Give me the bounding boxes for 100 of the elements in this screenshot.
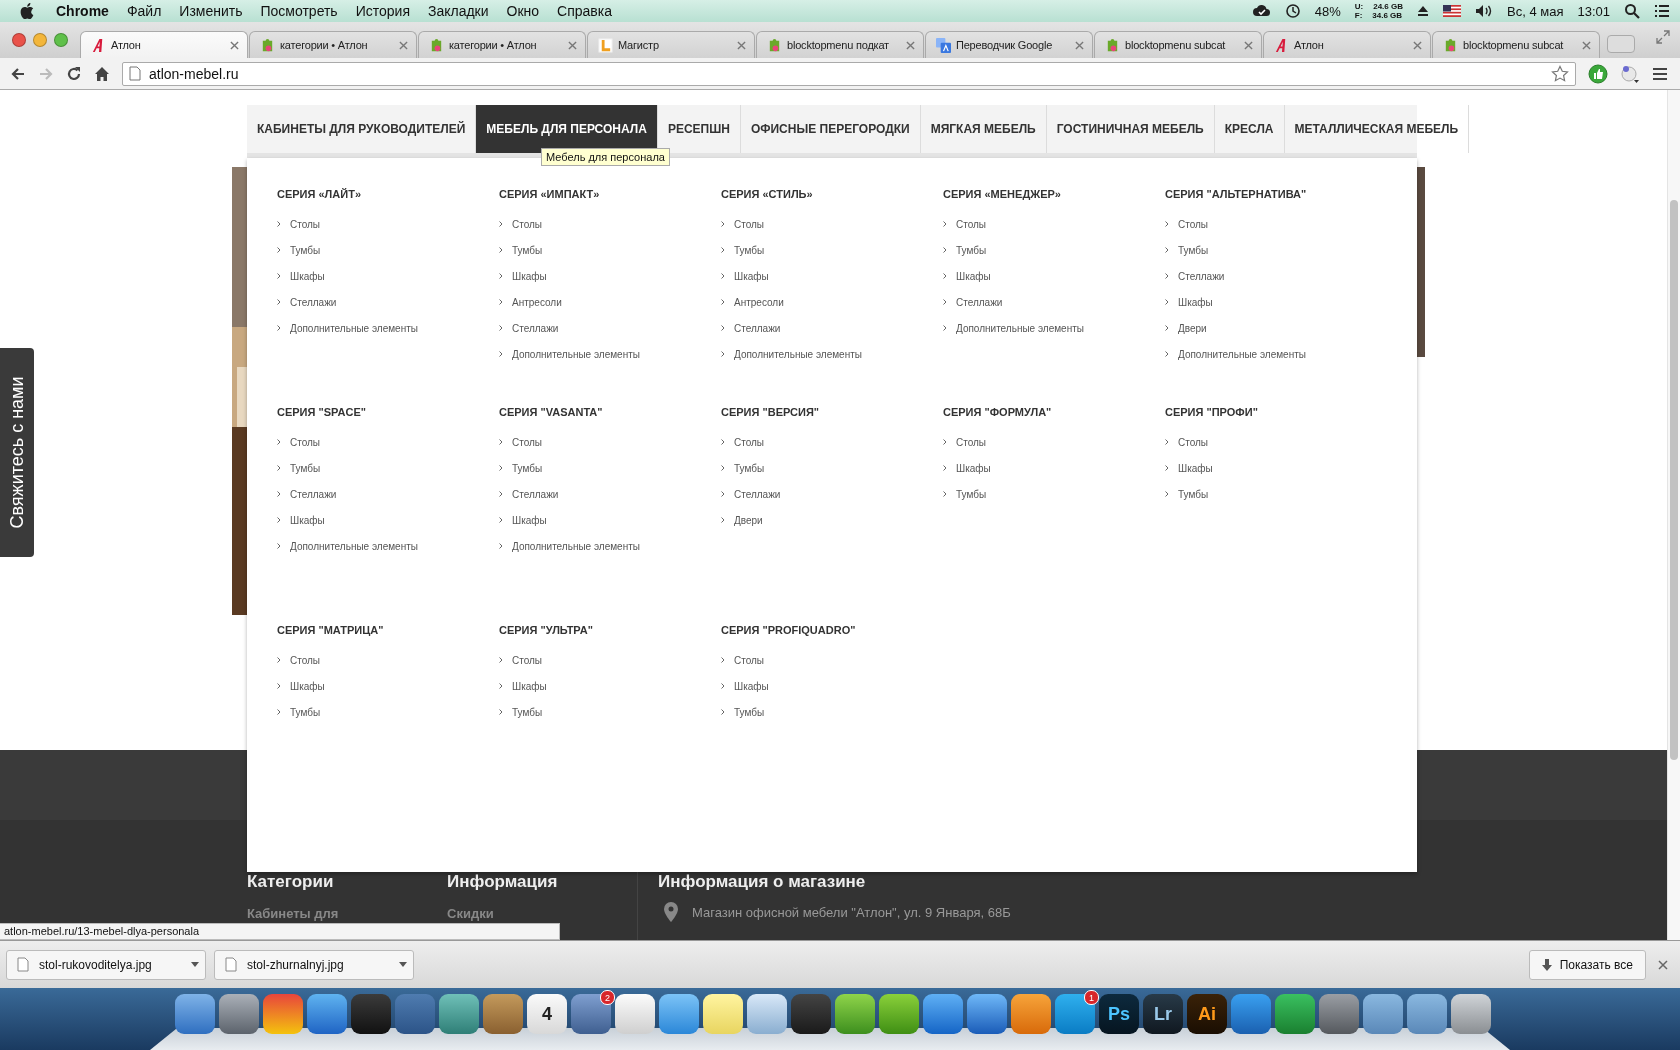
menu-link[interactable]: Шкафы (499, 673, 721, 699)
menu-link[interactable]: Тумбы (277, 699, 499, 725)
new-tab-button[interactable] (1607, 35, 1635, 53)
app-icon[interactable] (1451, 994, 1491, 1034)
menu-link[interactable]: Столы (1165, 429, 1387, 455)
series-heading[interactable]: СЕРИЯ "ВЕРСИЯ" (721, 406, 943, 418)
menu-item[interactable]: Справка (557, 3, 613, 19)
menu-link[interactable]: Стеллажи (499, 481, 721, 507)
menu-link[interactable]: Двери (1165, 315, 1387, 341)
back-icon[interactable] (10, 65, 26, 82)
caret-icon[interactable] (191, 962, 199, 967)
volume-icon[interactable] (1475, 4, 1493, 18)
close-icon[interactable] (1582, 40, 1591, 50)
menu-link[interactable]: Тумбы (499, 455, 721, 481)
nav-tab[interactable]: МЕТАЛЛИЧЕСКАЯ МЕБЕЛЬ (1284, 105, 1470, 153)
footer-link[interactable]: Кабинеты для (247, 906, 447, 921)
menu-link[interactable]: Шкафы (277, 507, 499, 533)
menu-link[interactable]: Дополнительные элементы (277, 533, 499, 559)
close-icon[interactable] (737, 40, 746, 50)
star-icon[interactable] (1551, 64, 1569, 83)
menu-link[interactable]: Шкафы (277, 673, 499, 699)
close-icon[interactable] (1658, 959, 1668, 970)
menu-link[interactable]: Шкафы (277, 263, 499, 289)
nav-tab[interactable]: МЕБЕЛЬ ДЛЯ ПЕРСОНАЛА (476, 105, 658, 153)
clock-time[interactable]: 13:01 (1577, 3, 1610, 19)
browser-tab[interactable]: категории • Атлон (249, 31, 417, 58)
menu-link[interactable]: Тумбы (721, 237, 943, 263)
browser-tab[interactable]: blocktopmenu subcat (1432, 31, 1600, 58)
browser-tab[interactable]: Переводчик Google (925, 31, 1093, 58)
search-icon[interactable] (1624, 3, 1640, 19)
menu-link[interactable]: Стеллажи (943, 289, 1165, 315)
fullscreen-icon[interactable] (1656, 30, 1670, 44)
minimize-window-button[interactable] (33, 33, 47, 47)
series-heading[interactable]: СЕРИЯ "МАТРИЦА" (277, 624, 499, 636)
menu-link[interactable]: Столы (943, 429, 1165, 455)
zoom-window-button[interactable] (54, 33, 68, 47)
menu-link[interactable]: Тумбы (1165, 481, 1387, 507)
scrollbar[interactable] (1667, 90, 1680, 940)
close-icon[interactable] (399, 40, 408, 50)
menu-icon[interactable] (1652, 66, 1668, 81)
series-heading[interactable]: СЕРИЯ "ПРОФИ" (1165, 406, 1387, 418)
browser-tab[interactable]: blocktopmenu subcat (1094, 31, 1262, 58)
menu-link[interactable]: Столы (499, 647, 721, 673)
flag-icon[interactable] (1443, 5, 1461, 17)
menu-link[interactable]: Столы (943, 211, 1165, 237)
forward-icon[interactable] (38, 65, 54, 82)
battery-percent[interactable]: 48% (1314, 3, 1341, 19)
menu-link[interactable]: Антресоли (499, 289, 721, 315)
browser-tab[interactable]: Атлон (1263, 31, 1431, 58)
eject-icon[interactable] (1417, 5, 1429, 17)
browser-tab[interactable]: Магистр (587, 31, 755, 58)
menu-link[interactable]: Дополнительные элементы (1165, 341, 1387, 367)
series-heading[interactable]: СЕРИЯ "SPACE" (277, 406, 499, 418)
address-bar[interactable]: atlon-mebel.ru (122, 61, 1576, 86)
show-all-button[interactable]: Показать все (1528, 949, 1646, 980)
menu-link[interactable]: Столы (721, 211, 943, 237)
menu-link[interactable]: Столы (721, 647, 943, 673)
close-icon[interactable] (1413, 40, 1422, 50)
app-icon[interactable] (615, 994, 655, 1034)
close-icon[interactable] (230, 40, 239, 50)
series-heading[interactable]: СЕРИЯ "PROFIQUADRO" (721, 624, 943, 636)
menu-link[interactable]: Стеллажи (721, 315, 943, 341)
menu-link[interactable]: Шкафы (943, 263, 1165, 289)
clock-icon[interactable] (1284, 3, 1301, 19)
menu-link[interactable]: Дополнительные элементы (499, 533, 721, 559)
series-heading[interactable]: СЕРИЯ «СТИЛЬ» (721, 188, 943, 200)
menu-link[interactable]: Шкафы (721, 263, 943, 289)
series-heading[interactable]: СЕРИЯ "АЛЬТЕРНАТИВА" (1165, 188, 1387, 200)
footer-link[interactable]: Скидки (447, 906, 647, 921)
menu-link[interactable]: Шкафы (721, 673, 943, 699)
thumbs-up-icon[interactable] (1588, 63, 1608, 84)
menu-link[interactable]: Тумбы (277, 455, 499, 481)
app-icon[interactable]: Ai (1187, 994, 1227, 1034)
cloud-check-icon[interactable] (1252, 3, 1271, 19)
download-item[interactable]: stol-zhurnalnyj.jpg (214, 949, 414, 980)
menu-link[interactable]: Дополнительные элементы (943, 315, 1165, 341)
nav-tab[interactable]: МЯГКАЯ МЕБЕЛЬ (920, 105, 1047, 153)
menu-link[interactable]: Столы (277, 429, 499, 455)
menu-link[interactable]: Тумбы (499, 699, 721, 725)
browser-tab[interactable]: Атлон (80, 31, 248, 58)
close-icon[interactable] (1075, 40, 1084, 50)
browser-tab[interactable]: blocktopmenu подкат (756, 31, 924, 58)
menu-link[interactable]: Стеллажи (277, 289, 499, 315)
close-icon[interactable] (906, 40, 915, 50)
series-heading[interactable]: СЕРИЯ «МЕНЕДЖЕР» (943, 188, 1165, 200)
menu-item[interactable]: Закладки (427, 3, 489, 19)
series-heading[interactable]: СЕРИЯ «ИМПАКТ» (499, 188, 721, 200)
menu-link[interactable]: Тумбы (943, 237, 1165, 263)
contact-tab[interactable]: Свяжитесь с нами (0, 348, 34, 557)
menu-link[interactable]: Двери (721, 507, 943, 533)
app-icon[interactable] (351, 994, 391, 1034)
menu-link[interactable]: Столы (499, 211, 721, 237)
menu-item[interactable]: Окно (506, 3, 540, 19)
app-icon[interactable]: Ps (1099, 994, 1139, 1034)
caret-icon[interactable] (399, 962, 407, 967)
close-icon[interactable] (568, 40, 577, 50)
menu-item[interactable]: История (355, 3, 410, 19)
nav-tab[interactable]: ГОСТИНИЧНАЯ МЕБЕЛЬ (1046, 105, 1215, 153)
menu-link[interactable]: Тумбы (499, 237, 721, 263)
menu-link[interactable]: Шкафы (1165, 289, 1387, 315)
